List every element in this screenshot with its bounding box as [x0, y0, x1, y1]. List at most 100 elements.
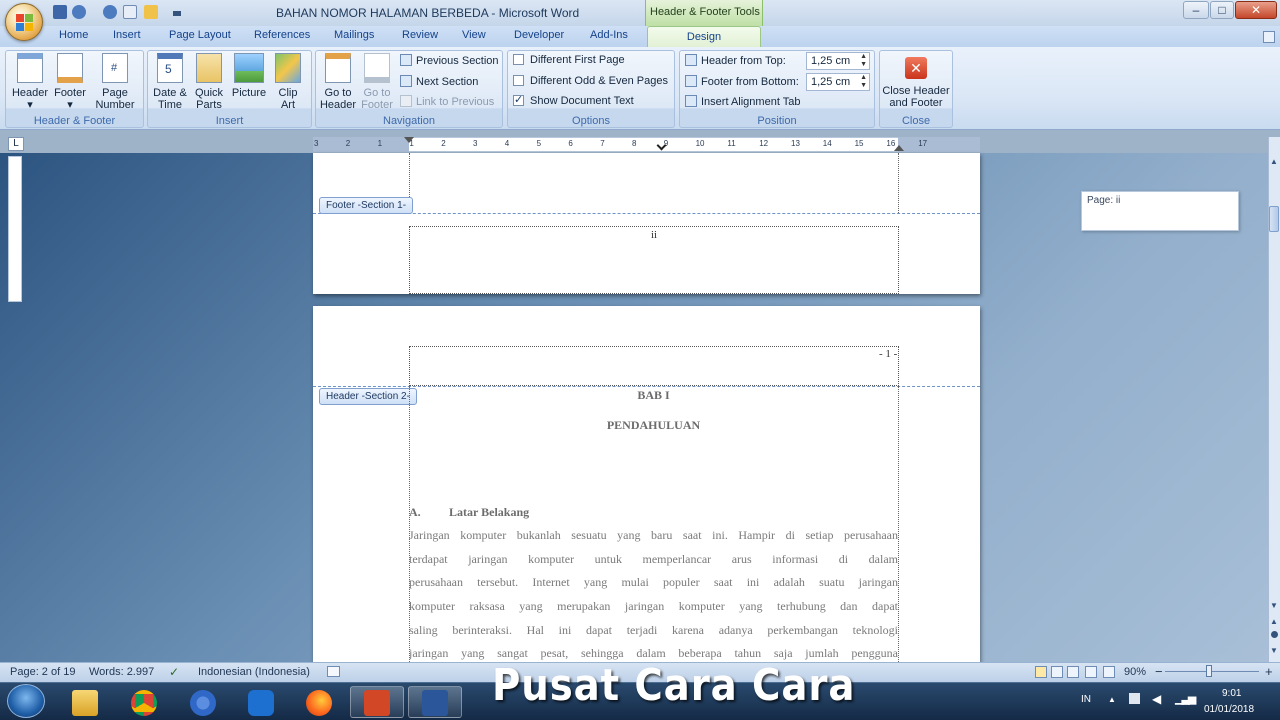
- redo-icon[interactable]: [103, 5, 117, 19]
- windows-start-icon[interactable]: [7, 684, 45, 718]
- tab-page-layout[interactable]: Page Layout: [169, 29, 231, 41]
- link-to-previous-button[interactable]: Link to Previous: [400, 95, 494, 108]
- folder-icon: [72, 690, 98, 716]
- page-number-button[interactable]: # Page Number: [90, 53, 140, 111]
- different-odd-even-label: Different Odd & Even Pages: [530, 75, 668, 87]
- insert-alignment-tab-label: Insert Alignment Tab: [701, 96, 801, 108]
- different-first-page-checkbox[interactable]: Different First Page: [513, 54, 625, 66]
- page-info-bubble[interactable]: Page: ii: [1081, 191, 1239, 231]
- next-section-button[interactable]: Next Section: [400, 75, 478, 88]
- spinner-arrows-icon[interactable]: ▲ ▼: [860, 53, 867, 69]
- tab-mailings[interactable]: Mailings: [334, 29, 374, 41]
- open-folder-icon[interactable]: [144, 5, 158, 19]
- macro-record-icon[interactable]: [327, 666, 340, 677]
- minimize-button[interactable]: –: [1183, 1, 1209, 19]
- draft-view-icon[interactable]: [1103, 666, 1115, 678]
- spinner-arrows-icon[interactable]: ▲ ▼: [860, 74, 867, 90]
- go-to-header-button[interactable]: Go to Header: [318, 53, 358, 111]
- link-to-previous-label: Link to Previous: [416, 96, 495, 108]
- office-logo-icon: [16, 14, 34, 32]
- clip-art-button[interactable]: Clip Art: [271, 53, 305, 111]
- previous-section-button[interactable]: Previous Section: [400, 54, 499, 67]
- footer-page-number[interactable]: ii: [651, 229, 657, 241]
- footer-from-bottom-label-wrap: Footer from Bottom:: [685, 75, 799, 88]
- date-time-button[interactable]: 5 Date & Time: [151, 53, 189, 111]
- action-center-flag-icon[interactable]: [1129, 693, 1140, 704]
- tab-design[interactable]: Design: [647, 26, 761, 48]
- footer-position-icon: [685, 75, 697, 87]
- ribbon-minimize-icon[interactable]: [1263, 31, 1275, 43]
- qat-customize-icon[interactable]: [173, 11, 181, 16]
- tab-add-ins[interactable]: Add-Ins: [590, 29, 628, 41]
- vertical-ruler[interactable]: [8, 156, 22, 302]
- web-layout-icon[interactable]: [1067, 666, 1079, 678]
- scroll-down-icon[interactable]: ▼: [1270, 601, 1278, 610]
- tab-insert[interactable]: Insert: [113, 29, 141, 41]
- office-button[interactable]: [5, 3, 43, 41]
- tab-view[interactable]: View: [462, 29, 486, 41]
- picture-button[interactable]: Picture: [229, 53, 269, 99]
- scroll-up-icon[interactable]: ▲: [1270, 157, 1278, 166]
- header-button[interactable]: Header ▾: [9, 53, 51, 111]
- page-number-button-label: Page Number: [95, 87, 135, 111]
- different-first-page-label: Different First Page: [530, 54, 625, 66]
- insert-alignment-tab-button[interactable]: Insert Alignment Tab: [685, 95, 800, 108]
- go-to-footer-button[interactable]: Go to Footer: [358, 53, 396, 111]
- language-indicator[interactable]: Indonesian (Indonesia): [198, 666, 310, 678]
- undo-icon[interactable]: [72, 5, 86, 19]
- volume-icon[interactable]: ◀: [1152, 692, 1161, 706]
- zoom-out-icon[interactable]: −: [1155, 664, 1163, 679]
- indent-marker-icon[interactable]: [404, 137, 414, 143]
- scrollbar-thumb[interactable]: [1269, 206, 1279, 232]
- context-tab-label: Header & Footer Tools: [650, 6, 760, 18]
- select-browse-object-icon[interactable]: [1271, 631, 1278, 638]
- network-signal-icon[interactable]: ▁▃▅: [1175, 692, 1196, 705]
- word-count[interactable]: Words: 2.997: [89, 666, 154, 678]
- link-icon: [400, 95, 412, 107]
- print-preview-icon[interactable]: [123, 5, 137, 19]
- footer-button-label: Footer: [54, 87, 86, 99]
- tab-developer[interactable]: Developer: [514, 29, 564, 41]
- tab-references[interactable]: References: [254, 29, 310, 41]
- footer-button[interactable]: Footer ▾: [50, 53, 90, 111]
- header-section-2-label: Header -Section 2-: [319, 388, 417, 405]
- quick-parts-button[interactable]: Quick Parts: [191, 53, 227, 111]
- print-layout-view-icon[interactable]: [1035, 666, 1047, 678]
- zoom-slider[interactable]: [1165, 671, 1259, 672]
- header-from-top-input[interactable]: 1,25 cm ▲ ▼: [806, 52, 870, 70]
- tab-home[interactable]: Home: [59, 29, 88, 41]
- body-text-line: terdapat jaringan komputer untuk memperl…: [409, 552, 898, 566]
- save-icon[interactable]: [53, 5, 67, 19]
- previous-section-label: Previous Section: [416, 55, 499, 67]
- show-hidden-icons-icon[interactable]: ▲: [1108, 695, 1116, 704]
- tab-selector-icon[interactable]: L: [8, 137, 24, 151]
- group-label-insert: Insert: [215, 115, 244, 127]
- footer-section-1-label: Footer -Section 1-: [319, 197, 414, 214]
- zoom-level[interactable]: 90%: [1124, 666, 1146, 678]
- header-area[interactable]: [409, 346, 899, 386]
- footer-from-bottom-input[interactable]: 1,25 cm ▲ ▼: [806, 73, 870, 91]
- next-page-icon[interactable]: ▼: [1270, 646, 1278, 655]
- close-window-button[interactable]: ✕: [1235, 1, 1277, 19]
- go-to-header-icon: [325, 53, 351, 83]
- zoom-slider-thumb[interactable]: [1206, 665, 1212, 677]
- clock-time[interactable]: 9:01: [1222, 688, 1241, 699]
- different-odd-even-checkbox[interactable]: Different Odd & Even Pages: [513, 75, 668, 87]
- full-screen-reading-icon[interactable]: [1051, 666, 1063, 678]
- proofing-check-icon[interactable]: ✓: [169, 665, 179, 679]
- show-document-text-checkbox[interactable]: Show Document Text: [513, 93, 634, 107]
- close-header-footer-button[interactable]: ✕ Close Header and Footer: [881, 53, 951, 109]
- header-page-number[interactable]: - 1 -: [879, 348, 897, 360]
- prev-page-icon[interactable]: ▲: [1270, 617, 1278, 626]
- zoom-in-icon[interactable]: +: [1265, 664, 1273, 679]
- input-language[interactable]: IN: [1081, 694, 1091, 705]
- ruler-tick-label: 6: [568, 139, 573, 148]
- maximize-button[interactable]: □: [1210, 1, 1234, 19]
- show-document-text-label: Show Document Text: [530, 95, 634, 107]
- right-indent-marker-icon[interactable]: [894, 145, 904, 151]
- tab-review[interactable]: Review: [402, 29, 438, 41]
- outline-view-icon[interactable]: [1085, 666, 1097, 678]
- clock-date[interactable]: 01/01/2018: [1204, 704, 1254, 715]
- body-text-line: komputer raksasa yang merupakan jaringan…: [409, 599, 898, 613]
- page-count[interactable]: Page: 2 of 19: [10, 666, 75, 678]
